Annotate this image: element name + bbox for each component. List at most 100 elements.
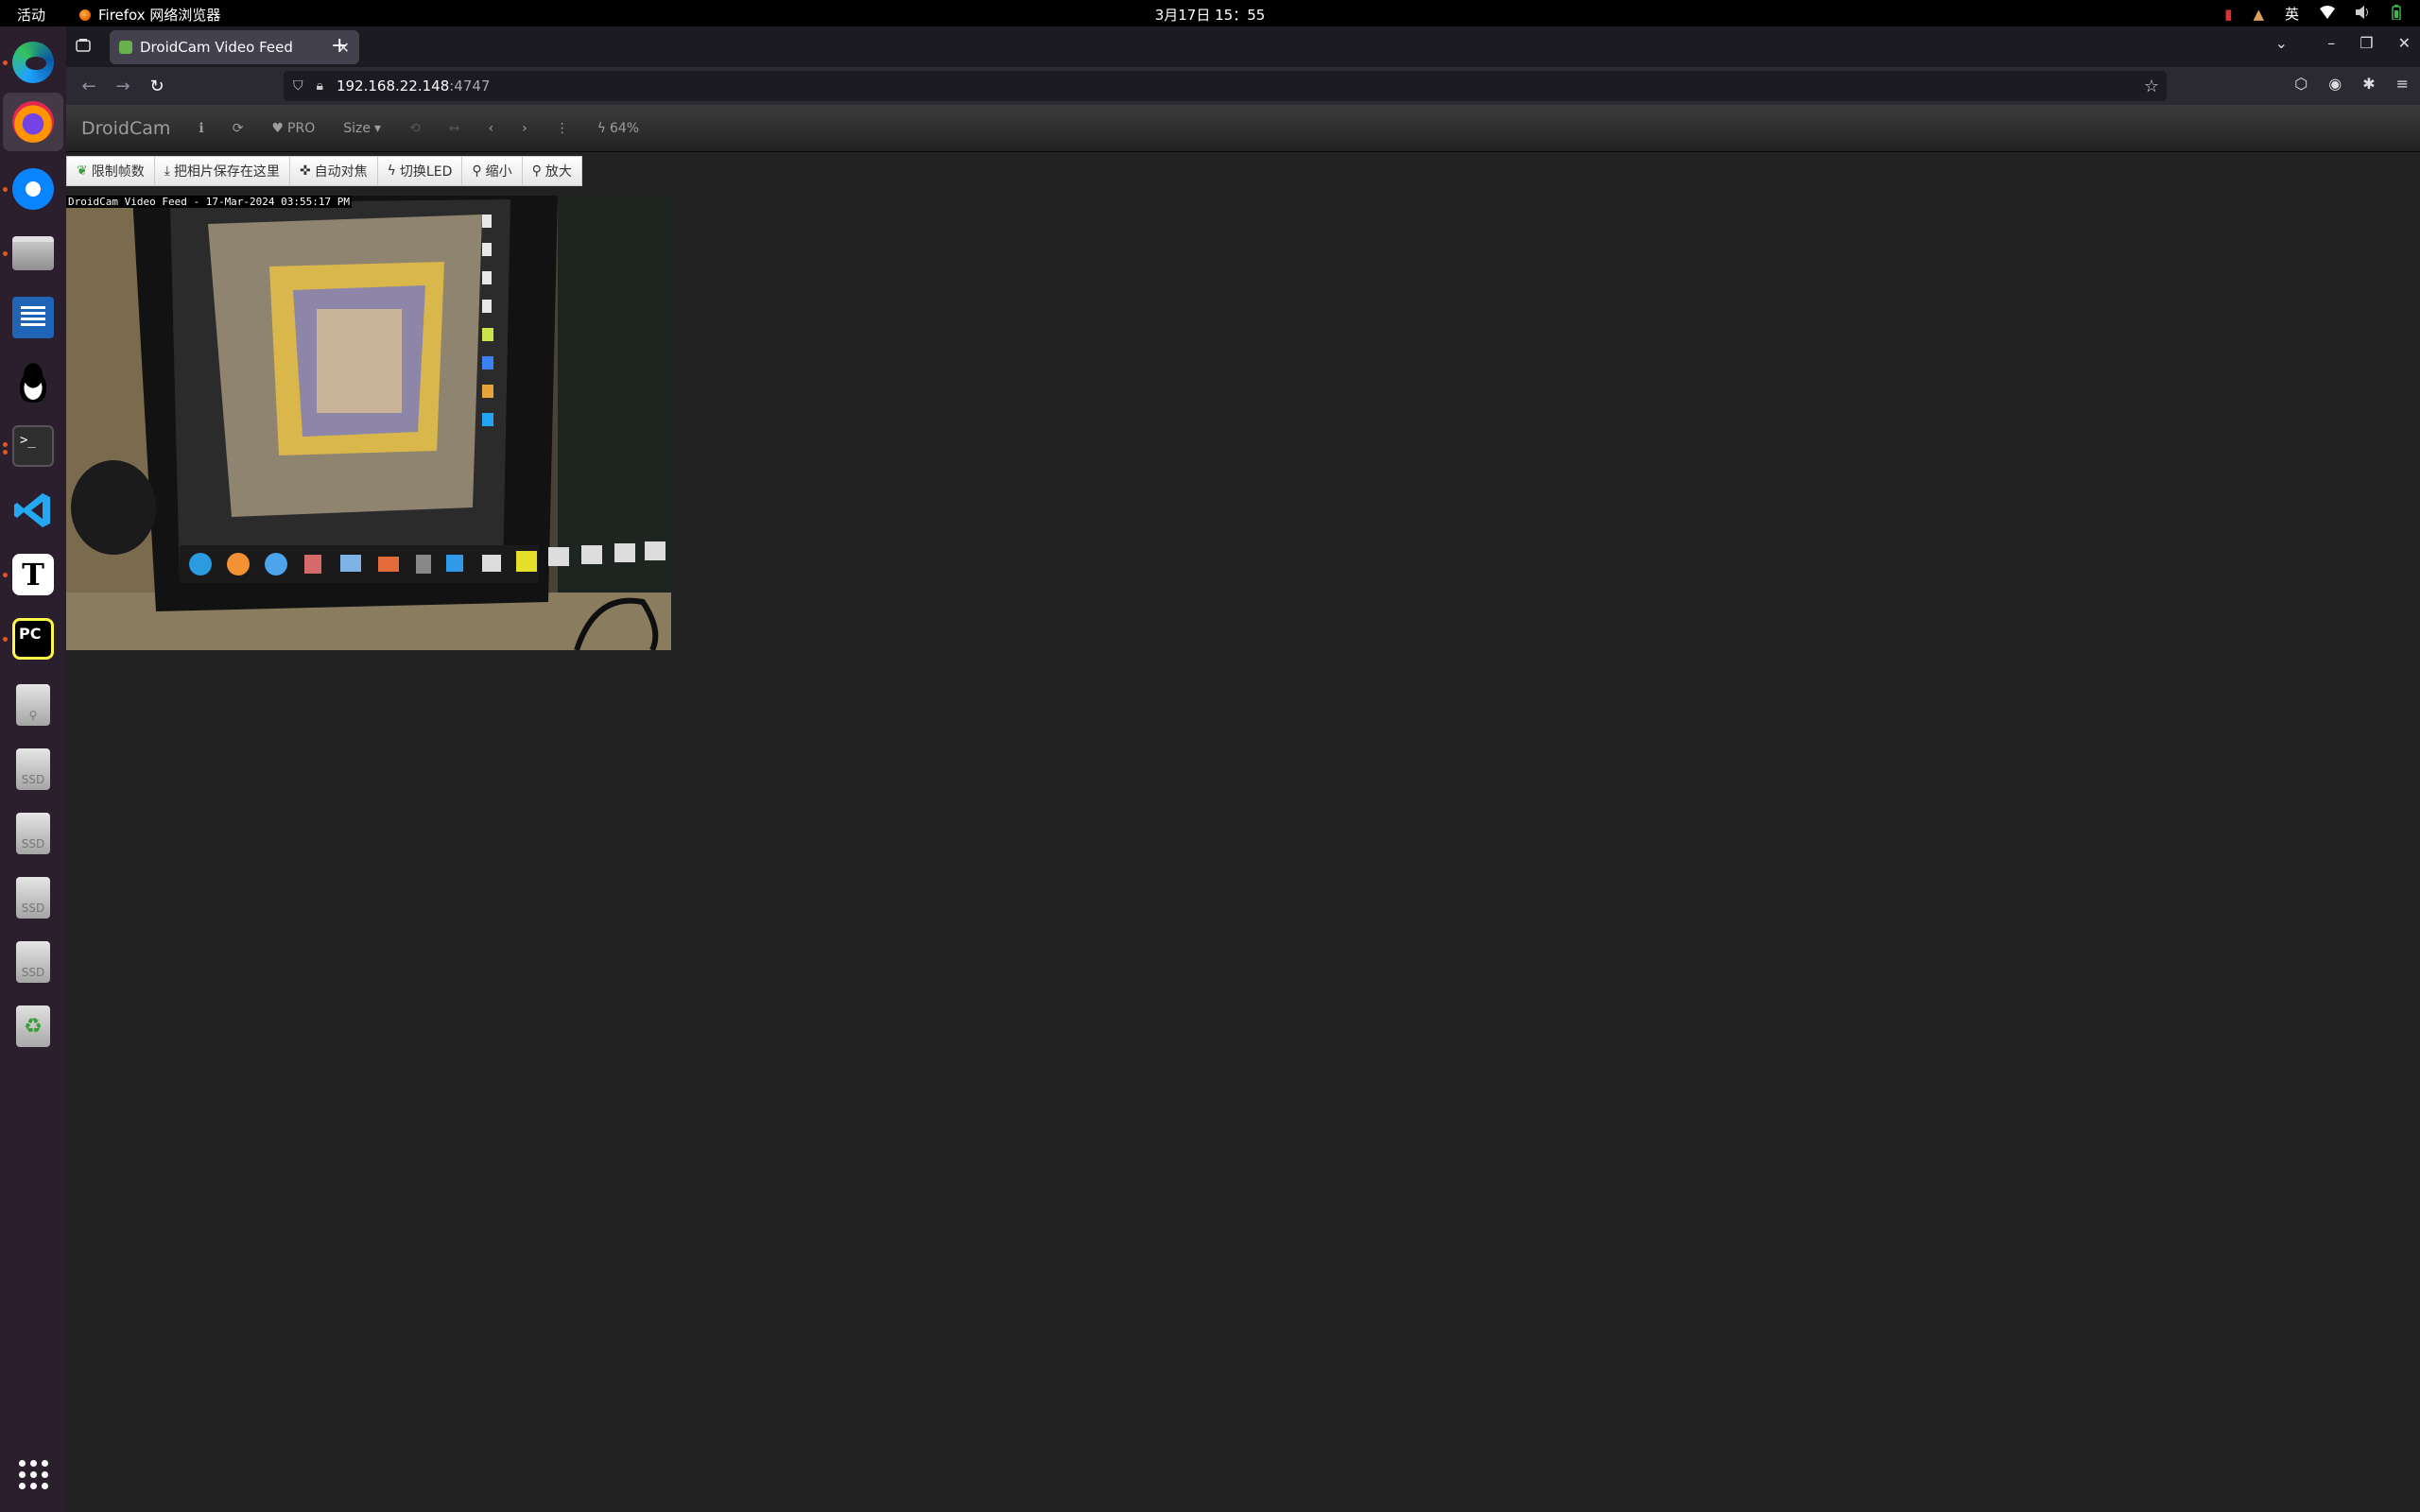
restore-icon[interactable]: ❐ bbox=[2360, 34, 2373, 52]
size-dropdown[interactable]: Size ▾ bbox=[343, 121, 381, 136]
rotate-icon[interactable]: ⟲ bbox=[409, 121, 421, 136]
lock-icon[interactable]: 🔒︎ bbox=[317, 78, 323, 94]
system-top-bar: 活动 Firefox 网络浏览器 3月17日 15：55 ▮ ▲ 英 bbox=[0, 0, 2420, 26]
dock-item-edge[interactable] bbox=[10, 40, 56, 85]
page-content: DroidCam ℹ ⟳ ♥ PRO Size ▾ ⟲ ↔ ‹ › ⋮ ϟ 64… bbox=[66, 105, 2420, 1512]
clock[interactable]: 3月17日 15：55 bbox=[0, 5, 2420, 25]
zoom-out-icon: ⚲ bbox=[472, 163, 482, 179]
dock: >_ T PC ⚲ SSD SSD SSD SSD ♻ bbox=[0, 26, 66, 1512]
url-bar[interactable]: ⛉ 🔒︎ 192.168.22.148 :4747 ☆ bbox=[284, 71, 2167, 101]
cat-app-icon[interactable]: ▲ bbox=[2253, 6, 2264, 23]
extensions-icon[interactable]: ✱ bbox=[2362, 75, 2375, 93]
save-photo-button[interactable]: ⤓ 把相片保存在这里 bbox=[154, 157, 290, 185]
dock-item-writer[interactable] bbox=[10, 295, 56, 340]
dock-item-ssd-1[interactable]: SSD bbox=[10, 747, 56, 792]
wifi-icon[interactable] bbox=[2320, 5, 2335, 23]
ssd-icon: SSD bbox=[16, 748, 50, 790]
list-all-tabs-icon[interactable]: ⌄ bbox=[2275, 34, 2288, 52]
tracking-protection-icon[interactable]: ⛉ bbox=[293, 78, 303, 94]
dock-item-typora[interactable]: T bbox=[10, 552, 56, 597]
files-icon bbox=[12, 236, 54, 270]
vscode-icon bbox=[12, 490, 54, 531]
pro-link[interactable]: ♥ PRO bbox=[271, 121, 315, 136]
battery-status: ϟ 64% bbox=[597, 121, 639, 136]
terminal-icon: >_ bbox=[12, 425, 54, 467]
pocket-icon[interactable]: ⬡ bbox=[2294, 75, 2308, 93]
bookmark-star-icon[interactable]: ☆ bbox=[2144, 77, 2159, 96]
new-tab-button[interactable]: + bbox=[331, 34, 348, 58]
input-method-indicator[interactable]: 英 bbox=[2285, 4, 2299, 24]
battery-icon[interactable] bbox=[2392, 4, 2401, 24]
dock-item-trash[interactable]: ♻ bbox=[10, 1004, 56, 1049]
droidcam-favicon-icon bbox=[119, 41, 132, 54]
ssd-icon: SSD bbox=[16, 813, 50, 854]
pycharm-icon: PC bbox=[12, 618, 54, 660]
zoom-out-button[interactable]: ⚲ 缩小 bbox=[462, 157, 523, 185]
toggle-led-label: 切换LED bbox=[399, 164, 453, 180]
qq-icon bbox=[12, 361, 54, 403]
toggle-led-button[interactable]: ϟ 切换LED bbox=[377, 157, 463, 185]
dock-item-thunderbird[interactable] bbox=[10, 166, 56, 212]
tab-droidcam[interactable]: DroidCam Video Feed ✕ bbox=[110, 30, 359, 64]
dock-item-vscode[interactable] bbox=[10, 488, 56, 533]
activities-button[interactable]: 活动 bbox=[17, 5, 45, 25]
save-photo-label: 把相片保存在这里 bbox=[173, 164, 280, 180]
ssd-icon: SSD bbox=[16, 877, 50, 919]
autofocus-button[interactable]: ✜ 自动对焦 bbox=[289, 157, 378, 185]
zoom-in-icon: ⚲ bbox=[531, 163, 542, 179]
typora-icon: T bbox=[12, 554, 54, 595]
droidcam-brand[interactable]: DroidCam bbox=[81, 118, 170, 139]
zoom-out-label: 缩小 bbox=[485, 164, 512, 180]
more-options-icon[interactable]: ⋮ bbox=[556, 121, 569, 136]
bolt-icon: ϟ bbox=[387, 163, 396, 179]
firefox-view-icon[interactable] bbox=[76, 38, 95, 57]
close-window-icon[interactable]: ✕ bbox=[2398, 34, 2411, 52]
running-indicator bbox=[3, 573, 8, 577]
dock-item-pycharm[interactable]: PC bbox=[10, 616, 56, 662]
battery-level: 64% bbox=[609, 120, 640, 136]
system-tray[interactable]: ▮ ▲ 英 bbox=[2224, 4, 2401, 24]
show-apps-icon bbox=[18, 1459, 48, 1489]
dock-item-ssd-3[interactable]: SSD bbox=[10, 875, 56, 920]
leaf-icon: ❦ bbox=[77, 163, 88, 179]
camera-frame-image bbox=[66, 196, 671, 650]
forward-icon[interactable]: → bbox=[106, 77, 140, 96]
dock-item-ssd-4[interactable]: SSD bbox=[10, 939, 56, 985]
dock-item-usb-drive[interactable]: ⚲ bbox=[10, 682, 56, 728]
volume-icon[interactable] bbox=[2356, 5, 2371, 23]
back-icon[interactable]: ← bbox=[72, 77, 106, 96]
url-port: :4747 bbox=[449, 77, 491, 94]
nav-bar: ← → ↻ ⛉ 🔒︎ 192.168.22.148 :4747 ☆ ⬡ ◉ ✱ … bbox=[66, 67, 2420, 105]
zoom-in-button[interactable]: ⚲ 放大 bbox=[522, 157, 581, 185]
download-icon: ⤓ bbox=[164, 163, 170, 179]
chevron-right-icon[interactable]: › bbox=[522, 121, 527, 136]
minimize-icon[interactable]: – bbox=[2327, 34, 2335, 52]
app-menu[interactable]: Firefox 网络浏览器 bbox=[79, 5, 220, 25]
running-indicator bbox=[3, 637, 8, 642]
menu-icon[interactable]: ≡ bbox=[2396, 75, 2409, 93]
chevron-left-icon[interactable]: ‹ bbox=[488, 121, 493, 136]
reload-icon[interactable]: ↻ bbox=[140, 77, 174, 96]
running-indicator bbox=[3, 450, 8, 455]
limit-fps-button[interactable]: ❦ 限制帧数 bbox=[67, 157, 155, 185]
notification-icon[interactable]: ▮ bbox=[2224, 6, 2232, 23]
dock-item-firefox[interactable] bbox=[3, 93, 63, 151]
autofocus-label: 自动对焦 bbox=[314, 164, 368, 180]
flip-icon[interactable]: ↔ bbox=[449, 121, 460, 136]
droidcam-navbar: DroidCam ℹ ⟳ ♥ PRO Size ▾ ⟲ ↔ ‹ › ⋮ ϟ 64… bbox=[66, 105, 2420, 152]
tab-bar: DroidCam Video Feed ✕ + ⌄ – ❐ ✕ bbox=[66, 26, 2420, 67]
pro-label: PRO bbox=[287, 120, 316, 136]
refresh-icon[interactable]: ⟳ bbox=[233, 121, 244, 136]
dock-item-terminal[interactable]: >_ bbox=[10, 423, 56, 469]
edge-icon bbox=[12, 42, 54, 83]
crosshair-icon: ✜ bbox=[299, 163, 311, 179]
firefox-icon bbox=[79, 9, 91, 21]
dock-item-ssd-2[interactable]: SSD bbox=[10, 811, 56, 856]
account-icon[interactable]: ◉ bbox=[2328, 75, 2342, 93]
dock-item-files[interactable] bbox=[10, 231, 56, 276]
show-apps-button[interactable] bbox=[10, 1452, 56, 1497]
dock-item-qq[interactable] bbox=[10, 359, 56, 404]
info-icon[interactable]: ℹ bbox=[199, 121, 203, 136]
ssd-icon: SSD bbox=[16, 941, 50, 983]
writer-icon bbox=[12, 297, 54, 338]
